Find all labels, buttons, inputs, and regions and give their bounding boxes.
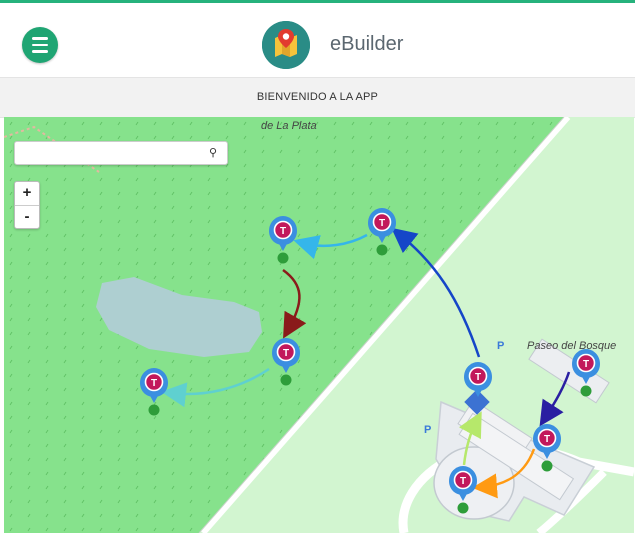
zoom-in-button[interactable]: +	[15, 182, 39, 206]
svg-text:T: T	[280, 226, 286, 237]
street-label-right: Paseo del Bosque	[527, 340, 616, 352]
map-view[interactable]: P P de La Plata Paseo del Bosque T T T T…	[4, 117, 634, 533]
hamburger-menu-icon[interactable]	[22, 27, 58, 63]
map-pin-logo-icon	[262, 21, 310, 69]
parking-label: P	[424, 424, 431, 436]
app-logo	[262, 21, 310, 69]
map-search-input[interactable]	[19, 142, 203, 164]
zoom-out-button[interactable]: -	[15, 206, 39, 229]
svg-text:T: T	[379, 218, 385, 229]
svg-text:T: T	[460, 476, 466, 487]
svg-text:T: T	[583, 359, 589, 370]
map-canvas[interactable]: P P de La Plata Paseo del Bosque T T T T…	[4, 117, 634, 533]
svg-text:T: T	[475, 372, 481, 383]
svg-text:T: T	[151, 378, 157, 389]
map-search-box[interactable]: ⚲	[14, 141, 228, 165]
app-header: eBuilder	[0, 3, 635, 77]
svg-text:T: T	[544, 434, 550, 445]
parking-label: P	[497, 340, 504, 352]
zoom-control: + -	[14, 181, 40, 229]
street-label-top: de La Plata	[261, 120, 317, 132]
welcome-banner: BIENVENIDO A LA APP	[0, 77, 635, 118]
svg-text:T: T	[283, 348, 289, 359]
app-title: eBuilder	[330, 33, 404, 55]
magnifier-icon[interactable]: ⚲	[209, 146, 217, 159]
